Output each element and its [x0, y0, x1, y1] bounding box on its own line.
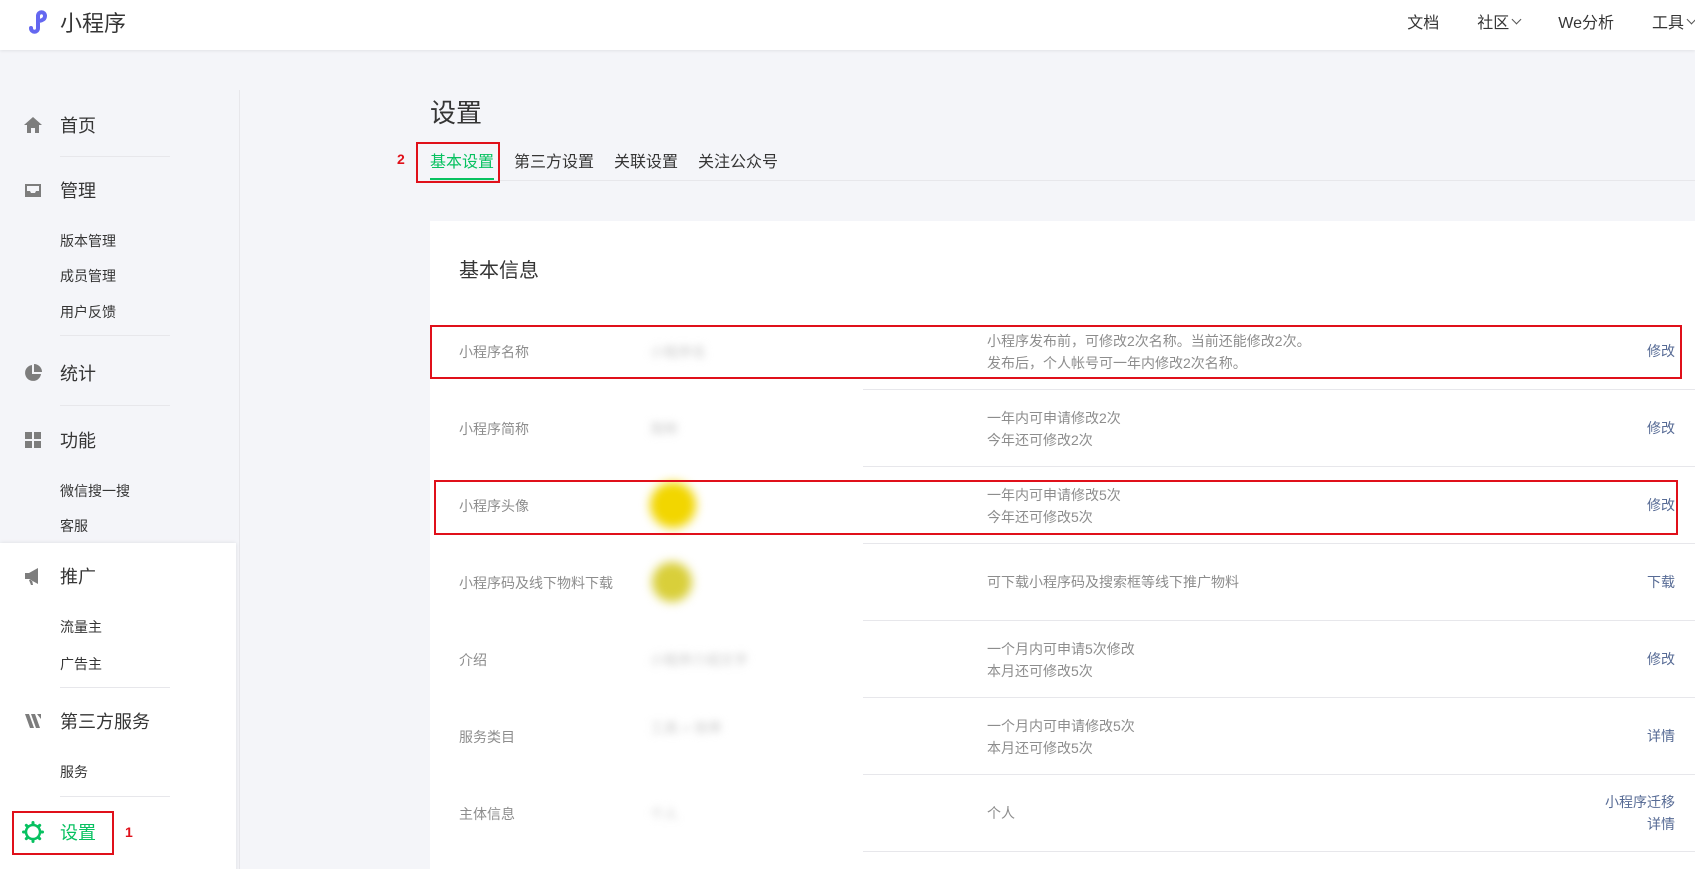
step-number-1: 1	[125, 824, 133, 840]
inbox-icon	[22, 179, 44, 201]
info-row-intro: 介绍 小程序介绍文字 一个月内可申请5次修改 本月还可修改5次 修改	[430, 621, 1695, 698]
logo[interactable]: 小程序	[22, 6, 126, 38]
info-row-entity: 主体信息 个人 个人 小程序迁移 详情	[430, 775, 1695, 852]
category-details-link[interactable]: 详情	[1647, 725, 1675, 747]
sidebar-item-features[interactable]: 功能	[22, 425, 96, 455]
top-nav: 文档 社区 We分析 工具	[1407, 0, 1695, 42]
nav-docs[interactable]: 文档	[1407, 9, 1439, 33]
step-number-2: 2	[397, 151, 405, 167]
mini-program-logo-icon	[29, 10, 48, 34]
sidebar: 首页 管理 版本管理 成员管理 用户反馈 统计 功能 微信搜一搜 客服 推广 流…	[0, 90, 240, 869]
row-desc: 个人	[987, 805, 1015, 821]
pie-chart-icon	[22, 362, 44, 384]
divider	[60, 156, 170, 157]
sidebar-item-advertiser[interactable]: 广告主	[60, 654, 102, 674]
sidebar-item-service[interactable]: 服务	[60, 762, 88, 782]
third-party-icon	[22, 710, 44, 732]
sidebar-item-user-feedback[interactable]: 用户反馈	[60, 302, 116, 322]
sidebar-item-home[interactable]: 首页	[22, 110, 96, 140]
sidebar-item-promotion[interactable]: 推广	[22, 561, 96, 591]
tab-third-party-settings[interactable]: 第三方设置	[514, 152, 594, 180]
row-desc: 可下载小程序码及搜索框等线下推广物料	[987, 574, 1239, 590]
nav-tools[interactable]: 工具	[1652, 9, 1695, 33]
row-divider	[863, 851, 1695, 852]
download-link[interactable]: 下载	[1647, 571, 1675, 593]
chevron-down-icon	[1686, 14, 1695, 24]
modify-intro-link[interactable]: 修改	[1647, 648, 1675, 670]
highlight-box-name-row	[430, 325, 1682, 379]
row-label: 介绍	[459, 652, 487, 668]
tabs-divider	[430, 180, 1695, 181]
sidebar-item-third-party[interactable]: 第三方服务	[22, 706, 150, 736]
row-desc: 一年内可申请修改2次 今年还可修改2次	[987, 410, 1121, 448]
highlight-box-tab	[416, 142, 500, 183]
sidebar-item-traffic-owner[interactable]: 流量主	[60, 617, 102, 637]
qr-code-thumbnail	[652, 562, 692, 602]
tab-association-settings[interactable]: 关联设置	[614, 152, 678, 180]
row-label: 主体信息	[459, 806, 515, 822]
top-bar: 小程序 文档 社区 We分析 工具	[0, 0, 1695, 50]
info-row-short-name: 小程序简称 简称 一年内可申请修改2次 今年还可修改2次 修改	[430, 390, 1695, 467]
highlight-box-avatar-row	[434, 480, 1678, 535]
sidebar-item-customer-service[interactable]: 客服	[60, 516, 88, 536]
tab-follow-official-account[interactable]: 关注公众号	[698, 152, 778, 180]
row-label: 小程序简称	[459, 421, 529, 437]
highlight-box-settings	[12, 811, 114, 855]
row-value: 工具 > 效率	[650, 720, 722, 736]
divider	[60, 687, 170, 688]
modify-short-name-link[interactable]: 修改	[1647, 417, 1675, 439]
row-label: 小程序码及线下物料下载	[459, 575, 613, 591]
page-title: 设置	[430, 98, 483, 128]
sidebar-item-wechat-search[interactable]: 微信搜一搜	[60, 481, 130, 501]
row-value: 小程序介绍文字	[650, 652, 748, 668]
divider	[60, 335, 170, 336]
row-value: 简称	[650, 421, 678, 437]
card-title: 基本信息	[459, 260, 539, 282]
row-desc: 一个月内可申请5次修改 本月还可修改5次	[987, 641, 1135, 679]
nav-community[interactable]: 社区	[1477, 9, 1522, 33]
entity-actions: 小程序迁移 详情	[1605, 791, 1675, 835]
home-icon	[22, 114, 44, 136]
row-value: 个人	[650, 806, 678, 822]
grid-icon	[22, 429, 44, 451]
info-row-qrcode: 小程序码及线下物料下载 可下载小程序码及搜索框等线下推广物料 下载	[430, 544, 1695, 621]
row-desc: 一个月内可申请修改5次 本月还可修改5次	[987, 718, 1135, 756]
nav-we-analysis[interactable]: We分析	[1558, 9, 1614, 33]
sidebar-item-manage[interactable]: 管理	[22, 175, 96, 205]
logo-text: 小程序	[60, 11, 127, 36]
migrate-mini-program-link[interactable]: 小程序迁移	[1605, 791, 1675, 813]
row-label: 服务类目	[459, 729, 515, 745]
info-row-category: 服务类目 工具 > 效率 一个月内可申请修改5次 本月还可修改5次 详情	[430, 698, 1695, 775]
megaphone-icon	[22, 565, 44, 587]
chevron-down-icon	[1511, 14, 1522, 24]
sidebar-item-version-manage[interactable]: 版本管理	[60, 231, 116, 251]
entity-details-link[interactable]: 详情	[1605, 813, 1675, 835]
sidebar-item-member-manage[interactable]: 成员管理	[60, 266, 116, 286]
sidebar-item-statistics[interactable]: 统计	[22, 358, 96, 388]
divider	[60, 405, 170, 406]
divider	[60, 796, 170, 797]
